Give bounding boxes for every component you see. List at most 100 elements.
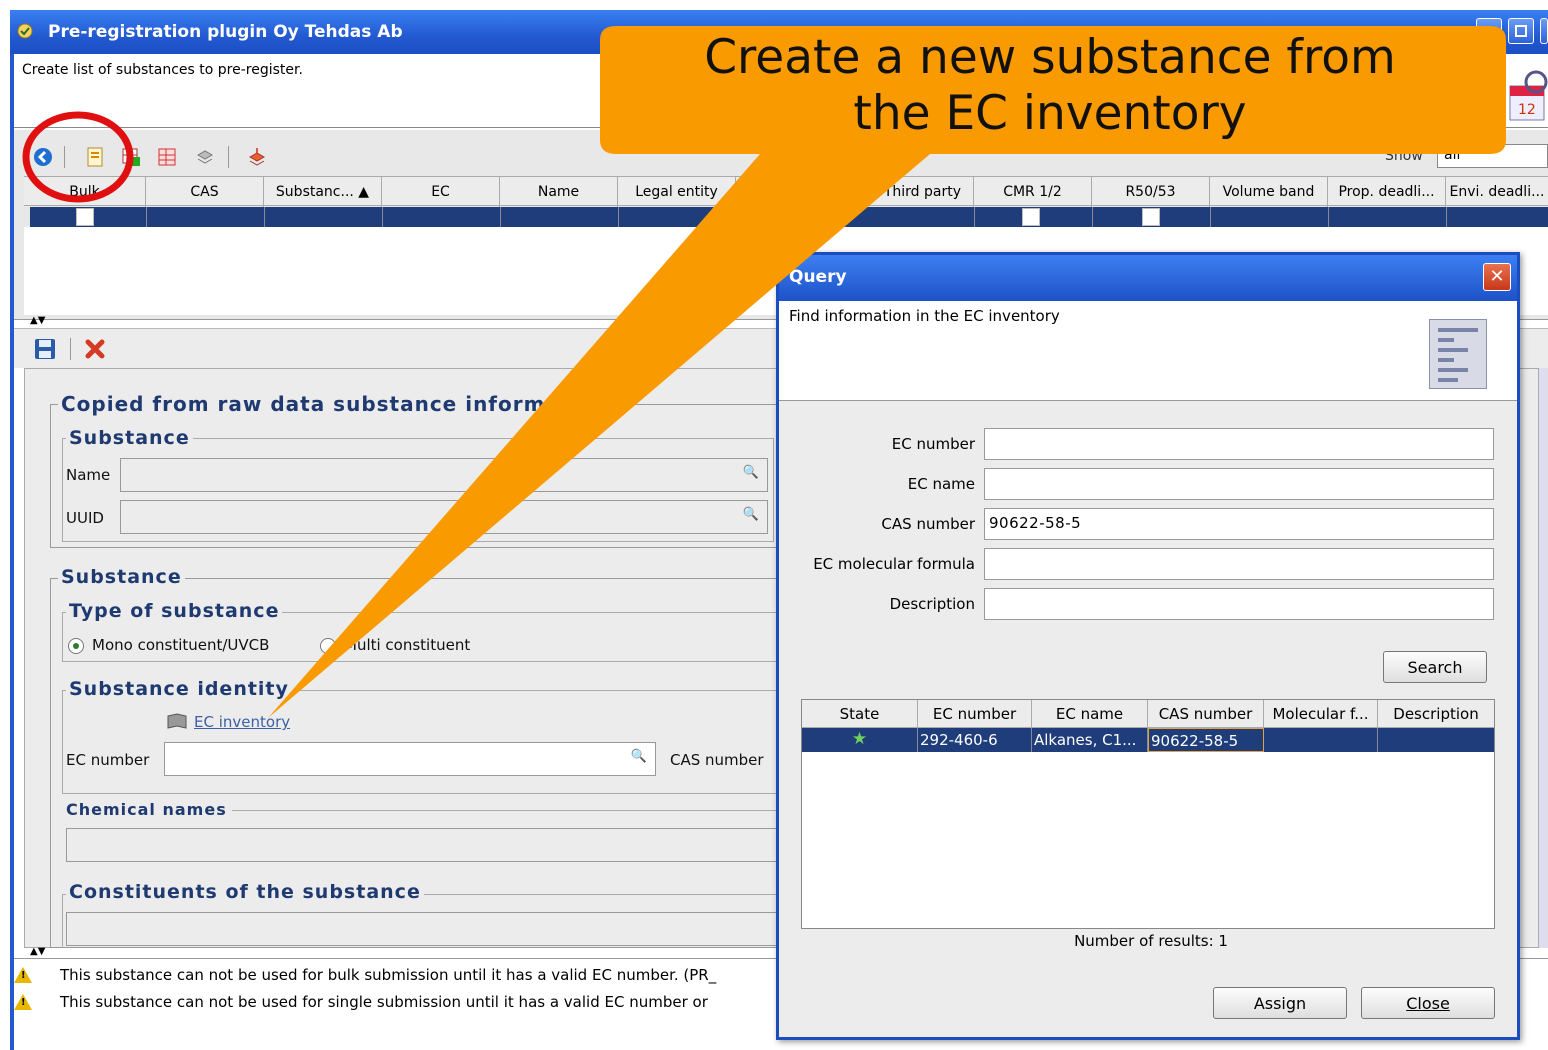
calendar-icon: 12 [1506, 70, 1548, 122]
result-cas-number: 90622-58-5 [1148, 728, 1264, 752]
multi-constituent-radio[interactable] [320, 638, 336, 654]
window-subtitle: Create list of substances to pre-registe… [22, 62, 303, 78]
results-count: Number of results: 1 [1074, 932, 1228, 950]
mono-constituent-radio[interactable] [68, 638, 84, 654]
ec-number-field[interactable]: 🔍 [164, 742, 656, 776]
show-label: Show [1385, 148, 1423, 164]
molecular-formula-query-input[interactable] [984, 548, 1494, 580]
column-header-bulk[interactable]: Bulk [24, 177, 146, 207]
search-icon[interactable]: 🔍 [743, 465, 759, 480]
query-dialog: Query ✕ Find information in the EC inven… [776, 252, 1520, 1040]
cas-number-query-input[interactable]: 90622-58-5 [984, 508, 1494, 540]
multi-constituent-label: Multi constituent [344, 636, 471, 654]
maximize-button[interactable] [1508, 18, 1534, 44]
assign-button[interactable]: Assign [1213, 987, 1347, 1019]
ec-name-query-label: EC name [907, 475, 975, 493]
column-header-ec[interactable]: EC [382, 177, 500, 207]
splitter-handle[interactable]: ▲▼ [30, 316, 45, 326]
callout-text-line: Create a new substance from [704, 30, 1396, 85]
column-header-envi-deadline[interactable]: Envi. deadli... [1446, 177, 1548, 207]
search-icon[interactable]: 🔍 [743, 507, 759, 522]
description-query-label: Description [889, 595, 975, 613]
cell-divider [974, 207, 975, 227]
warning-icon [14, 967, 32, 983]
column-header-description[interactable]: Description [1378, 700, 1494, 728]
table-row[interactable]: ★ 292-460-6 Alkanes, C1... 90622-58-5 [802, 728, 1494, 752]
column-header-name[interactable]: Name [500, 177, 618, 207]
export-stack-icon[interactable] [246, 146, 268, 168]
chemical-names-field[interactable] [66, 828, 782, 862]
cell-divider [500, 207, 501, 227]
bulk-checkbox[interactable] [76, 208, 94, 226]
splitter-handle[interactable]: ▲▼ [30, 947, 45, 957]
ec-number-query-input[interactable] [984, 428, 1494, 460]
search-button[interactable]: Search [1383, 651, 1487, 683]
column-header-prop-deadline[interactable]: Prop. deadli... [1328, 177, 1446, 207]
ec-name-query-input[interactable] [984, 468, 1494, 500]
cas-number-query-label: CAS number [881, 515, 975, 533]
r50-53-checkbox[interactable] [1142, 208, 1160, 226]
dialog-header: Find information in the EC inventory [779, 301, 1517, 401]
column-header-ec-number[interactable]: EC number [918, 700, 1032, 728]
close-button[interactable]: Close [1361, 987, 1495, 1019]
document-icon [1429, 319, 1487, 389]
substance-group-label: Substance [58, 566, 185, 588]
column-header-volume-band[interactable]: Volume band [1210, 177, 1328, 207]
cell-divider [1446, 207, 1447, 227]
result-ec-number: 292-460-6 [918, 728, 1032, 752]
column-header-molecular-formula[interactable]: Molecular f... [1264, 700, 1378, 728]
cell-divider [264, 207, 265, 227]
results-table: State EC number EC name CAS number Molec… [801, 699, 1495, 929]
column-header-r50-53[interactable]: R50/53 [1092, 177, 1210, 207]
show-filter-select[interactable]: all [1437, 144, 1548, 168]
result-ec-name: Alkanes, C1... [1032, 728, 1148, 752]
cmr-checkbox[interactable] [1022, 208, 1040, 226]
type-of-substance-label: Type of substance [66, 600, 283, 622]
cell-divider [1328, 207, 1329, 227]
name-field[interactable]: 🔍 [120, 458, 768, 492]
uuid-field[interactable]: 🔍 [120, 500, 768, 534]
column-header-hidden[interactable] [736, 177, 854, 207]
dialog-close-icon[interactable]: ✕ [1483, 263, 1511, 291]
toolbar-separator [70, 338, 71, 360]
chemical-names-label: Chemical names [66, 800, 227, 819]
save-icon[interactable] [34, 338, 56, 364]
constituents-field[interactable] [66, 912, 782, 946]
copied-data-group-label: Copied from raw data substance inform [58, 392, 549, 416]
column-header-ec-name[interactable]: EC name [1032, 700, 1148, 728]
close-window-button[interactable] [1540, 18, 1548, 44]
grid-edit-icon[interactable] [156, 146, 178, 168]
ec-inventory-link[interactable]: EC inventory [194, 713, 290, 731]
column-header-cas-number[interactable]: CAS number [1148, 700, 1264, 728]
description-query-input[interactable] [984, 588, 1494, 620]
column-header-cas[interactable]: CAS [146, 177, 264, 207]
dialog-description: Find information in the EC inventory [789, 307, 1060, 325]
column-header-substance[interactable]: Substanc... ▲ [264, 177, 382, 207]
state-star-icon: ★ [802, 728, 918, 752]
validation-message: This substance can not be used for bulk … [60, 966, 717, 984]
column-header-state[interactable]: State [802, 700, 918, 728]
book-icon [166, 712, 188, 734]
back-icon[interactable] [32, 146, 54, 168]
column-header-legal-entity[interactable]: Legal entity [618, 177, 736, 207]
ec-number-label: EC number [66, 751, 150, 769]
column-header-cmr[interactable]: CMR 1/2 [974, 177, 1092, 207]
scrollbar[interactable] [1538, 368, 1548, 948]
column-header-third-party[interactable]: Third party [854, 177, 974, 207]
divider [232, 810, 782, 811]
table-row[interactable] [30, 207, 1548, 227]
toolbar-separator [64, 146, 65, 168]
mono-constituent-label: Mono constituent/UVCB [92, 636, 270, 654]
app-icon [16, 22, 34, 40]
callout-text: Create a new substance from the EC inven… [600, 30, 1500, 142]
new-substance-icon[interactable] [84, 146, 106, 168]
delete-icon[interactable] [84, 338, 106, 364]
dialog-title-bar[interactable]: Query ✕ [779, 255, 1517, 301]
add-row-icon[interactable] [120, 146, 142, 168]
molecular-formula-query-label: EC molecular formula [813, 555, 975, 573]
uuid-label: UUID [66, 509, 104, 527]
stack-icon[interactable] [194, 146, 216, 168]
result-molecular-formula [1264, 728, 1378, 752]
callout-text-line: the EC inventory [853, 86, 1247, 141]
search-icon[interactable]: 🔍 [631, 749, 647, 764]
